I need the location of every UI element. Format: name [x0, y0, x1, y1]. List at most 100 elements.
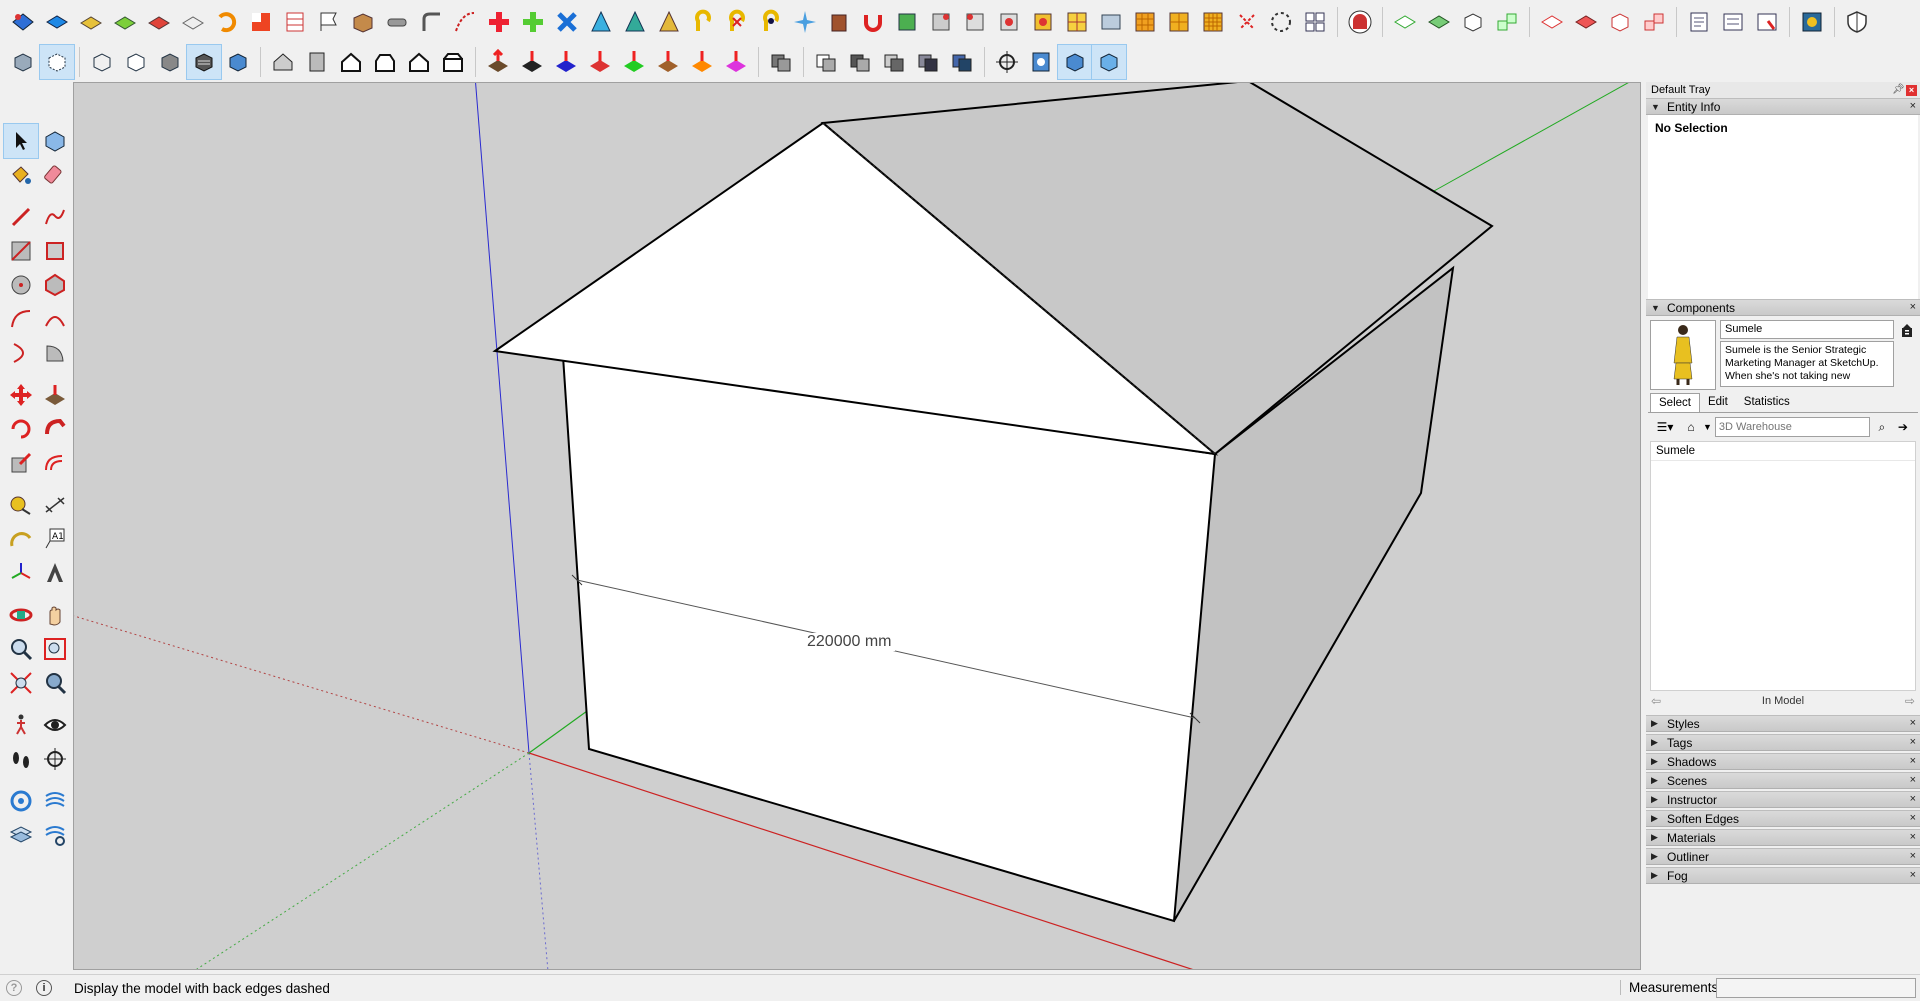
right-view-icon[interactable] [368, 45, 402, 79]
trimble-connect-icon[interactable] [1795, 5, 1829, 39]
plane-green-filled-icon[interactable] [1422, 5, 1456, 39]
follow-me-icon[interactable] [38, 412, 72, 446]
cube-blue-icon[interactable] [40, 5, 74, 39]
rotated-rectangle-icon[interactable] [38, 234, 72, 268]
push-pull-blue-icon[interactable] [549, 45, 583, 79]
push-pull-red-icon[interactable] [481, 45, 515, 79]
close-icon[interactable]: × [1910, 793, 1916, 805]
tray-close-icon[interactable]: × [1906, 84, 1917, 96]
intersect-icon[interactable] [911, 45, 945, 79]
model-viewport[interactable]: 220000 mm [73, 82, 1641, 970]
back-view-icon[interactable] [402, 45, 436, 79]
zoom-extents-icon[interactable] [4, 666, 38, 700]
extension-warehouse-icon[interactable] [1343, 5, 1377, 39]
info-icon[interactable]: i [36, 980, 52, 996]
tab-edit[interactable]: Edit [1700, 393, 1736, 412]
grid-blue-icon[interactable] [1094, 5, 1128, 39]
pan-icon[interactable] [38, 598, 72, 632]
grid-orange2-icon[interactable] [1162, 5, 1196, 39]
circle-dots-icon[interactable] [1264, 5, 1298, 39]
dimension-icon[interactable] [38, 488, 72, 522]
panel-scenes[interactable]: ▶ Scenes × [1646, 772, 1920, 789]
panel-instructor[interactable]: ▶ Instructor × [1646, 791, 1920, 808]
scale-icon[interactable] [4, 446, 38, 480]
solid-tools-icon[interactable] [764, 45, 798, 79]
arc-icon[interactable] [4, 302, 38, 336]
box-icon[interactable] [346, 5, 380, 39]
paint-bucket-icon[interactable] [4, 158, 38, 192]
push-pull-green-icon[interactable] [617, 45, 651, 79]
split-icon[interactable] [945, 45, 979, 79]
close-icon[interactable]: × [1910, 301, 1916, 313]
push-pull-orange-icon[interactable] [685, 45, 719, 79]
tool-b-icon[interactable] [958, 5, 992, 39]
axes-icon[interactable] [4, 556, 38, 590]
make-component-icon[interactable] [6, 5, 40, 39]
previous-view-icon[interactable] [38, 666, 72, 700]
cube-green-icon[interactable] [108, 5, 142, 39]
cube-red-icon[interactable] [142, 5, 176, 39]
xray-icon[interactable] [6, 45, 40, 79]
back-arrow-icon[interactable]: ⇦ [1651, 694, 1661, 708]
footprints-icon[interactable] [4, 742, 38, 776]
tool-d-icon[interactable] [1026, 5, 1060, 39]
text-tool-icon[interactable]: A1 [38, 522, 72, 556]
3d-text-icon[interactable] [38, 556, 72, 590]
flag-icon[interactable] [312, 5, 346, 39]
tool-a-icon[interactable] [924, 5, 958, 39]
component-name-field[interactable]: Sumele [1720, 320, 1894, 340]
rectangle-icon[interactable] [4, 234, 38, 268]
close-icon[interactable]: × [1910, 774, 1916, 786]
loop-yellow-icon[interactable] [686, 5, 720, 39]
measurements-input[interactable] [1716, 978, 1916, 998]
boxes-red-icon[interactable] [1637, 5, 1671, 39]
push-pull-magenta-icon[interactable] [719, 45, 753, 79]
geo-location-icon[interactable]: ? [6, 980, 22, 996]
cross-blue-icon[interactable] [550, 5, 584, 39]
sandbox-settings-icon[interactable] [38, 818, 72, 852]
panel-materials[interactable]: ▶ Materials × [1646, 829, 1920, 846]
sections-icon[interactable] [278, 5, 312, 39]
shaded-textures-icon[interactable] [186, 44, 222, 80]
pipe-icon[interactable] [380, 5, 414, 39]
push-pull-icon[interactable] [38, 378, 72, 412]
left-view-icon[interactable] [436, 45, 470, 79]
list-item[interactable]: Sumele [1651, 442, 1915, 461]
trim-icon[interactable] [877, 45, 911, 79]
cross-green-icon[interactable] [516, 5, 550, 39]
close-icon[interactable]: × [1910, 736, 1916, 748]
plane-red-icon[interactable] [1535, 5, 1569, 39]
curve-points-icon[interactable] [448, 5, 482, 39]
pyramid-icon[interactable] [652, 5, 686, 39]
component-description-field[interactable]: Sumele is the Senior Strategic Marketing… [1720, 341, 1894, 387]
panel-outliner[interactable]: ▶ Outliner × [1646, 848, 1920, 865]
zoom-window-icon[interactable] [38, 632, 72, 666]
cube-yellow-icon[interactable] [74, 5, 108, 39]
close-icon[interactable]: × [1910, 812, 1916, 824]
grid-orange3-icon[interactable] [1196, 5, 1230, 39]
position-camera-tool-icon[interactable] [38, 742, 72, 776]
push-pull-r-icon[interactable] [583, 45, 617, 79]
tab-select[interactable]: Select [1650, 393, 1700, 412]
magnet-icon[interactable] [856, 5, 890, 39]
two-point-arc-icon[interactable] [38, 302, 72, 336]
warehouse-search-input[interactable] [1714, 417, 1870, 437]
polygon-icon[interactable] [38, 268, 72, 302]
grid-orange-icon[interactable] [1128, 5, 1162, 39]
grid-group-icon[interactable] [1298, 5, 1332, 39]
section-tool-icon[interactable] [4, 784, 38, 818]
section-plane-icon[interactable] [1024, 45, 1058, 79]
close-icon[interactable]: × [1910, 100, 1916, 112]
three-point-arc-icon[interactable] [4, 336, 38, 370]
panel-soften-edges[interactable]: ▶ Soften Edges × [1646, 810, 1920, 827]
back-edges-icon[interactable] [39, 44, 75, 80]
forward-arrow-icon[interactable]: ⇨ [1905, 694, 1915, 708]
iso-view-icon[interactable] [266, 45, 300, 79]
details-icon[interactable] [1901, 324, 1913, 338]
rotate-icon[interactable] [4, 412, 38, 446]
box-red-icon[interactable] [1603, 5, 1637, 39]
panel-styles[interactable]: ▶ Styles × [1646, 715, 1920, 732]
loop-dark-icon[interactable] [754, 5, 788, 39]
hidden-line-icon[interactable] [119, 45, 153, 79]
look-around-icon[interactable] [38, 708, 72, 742]
